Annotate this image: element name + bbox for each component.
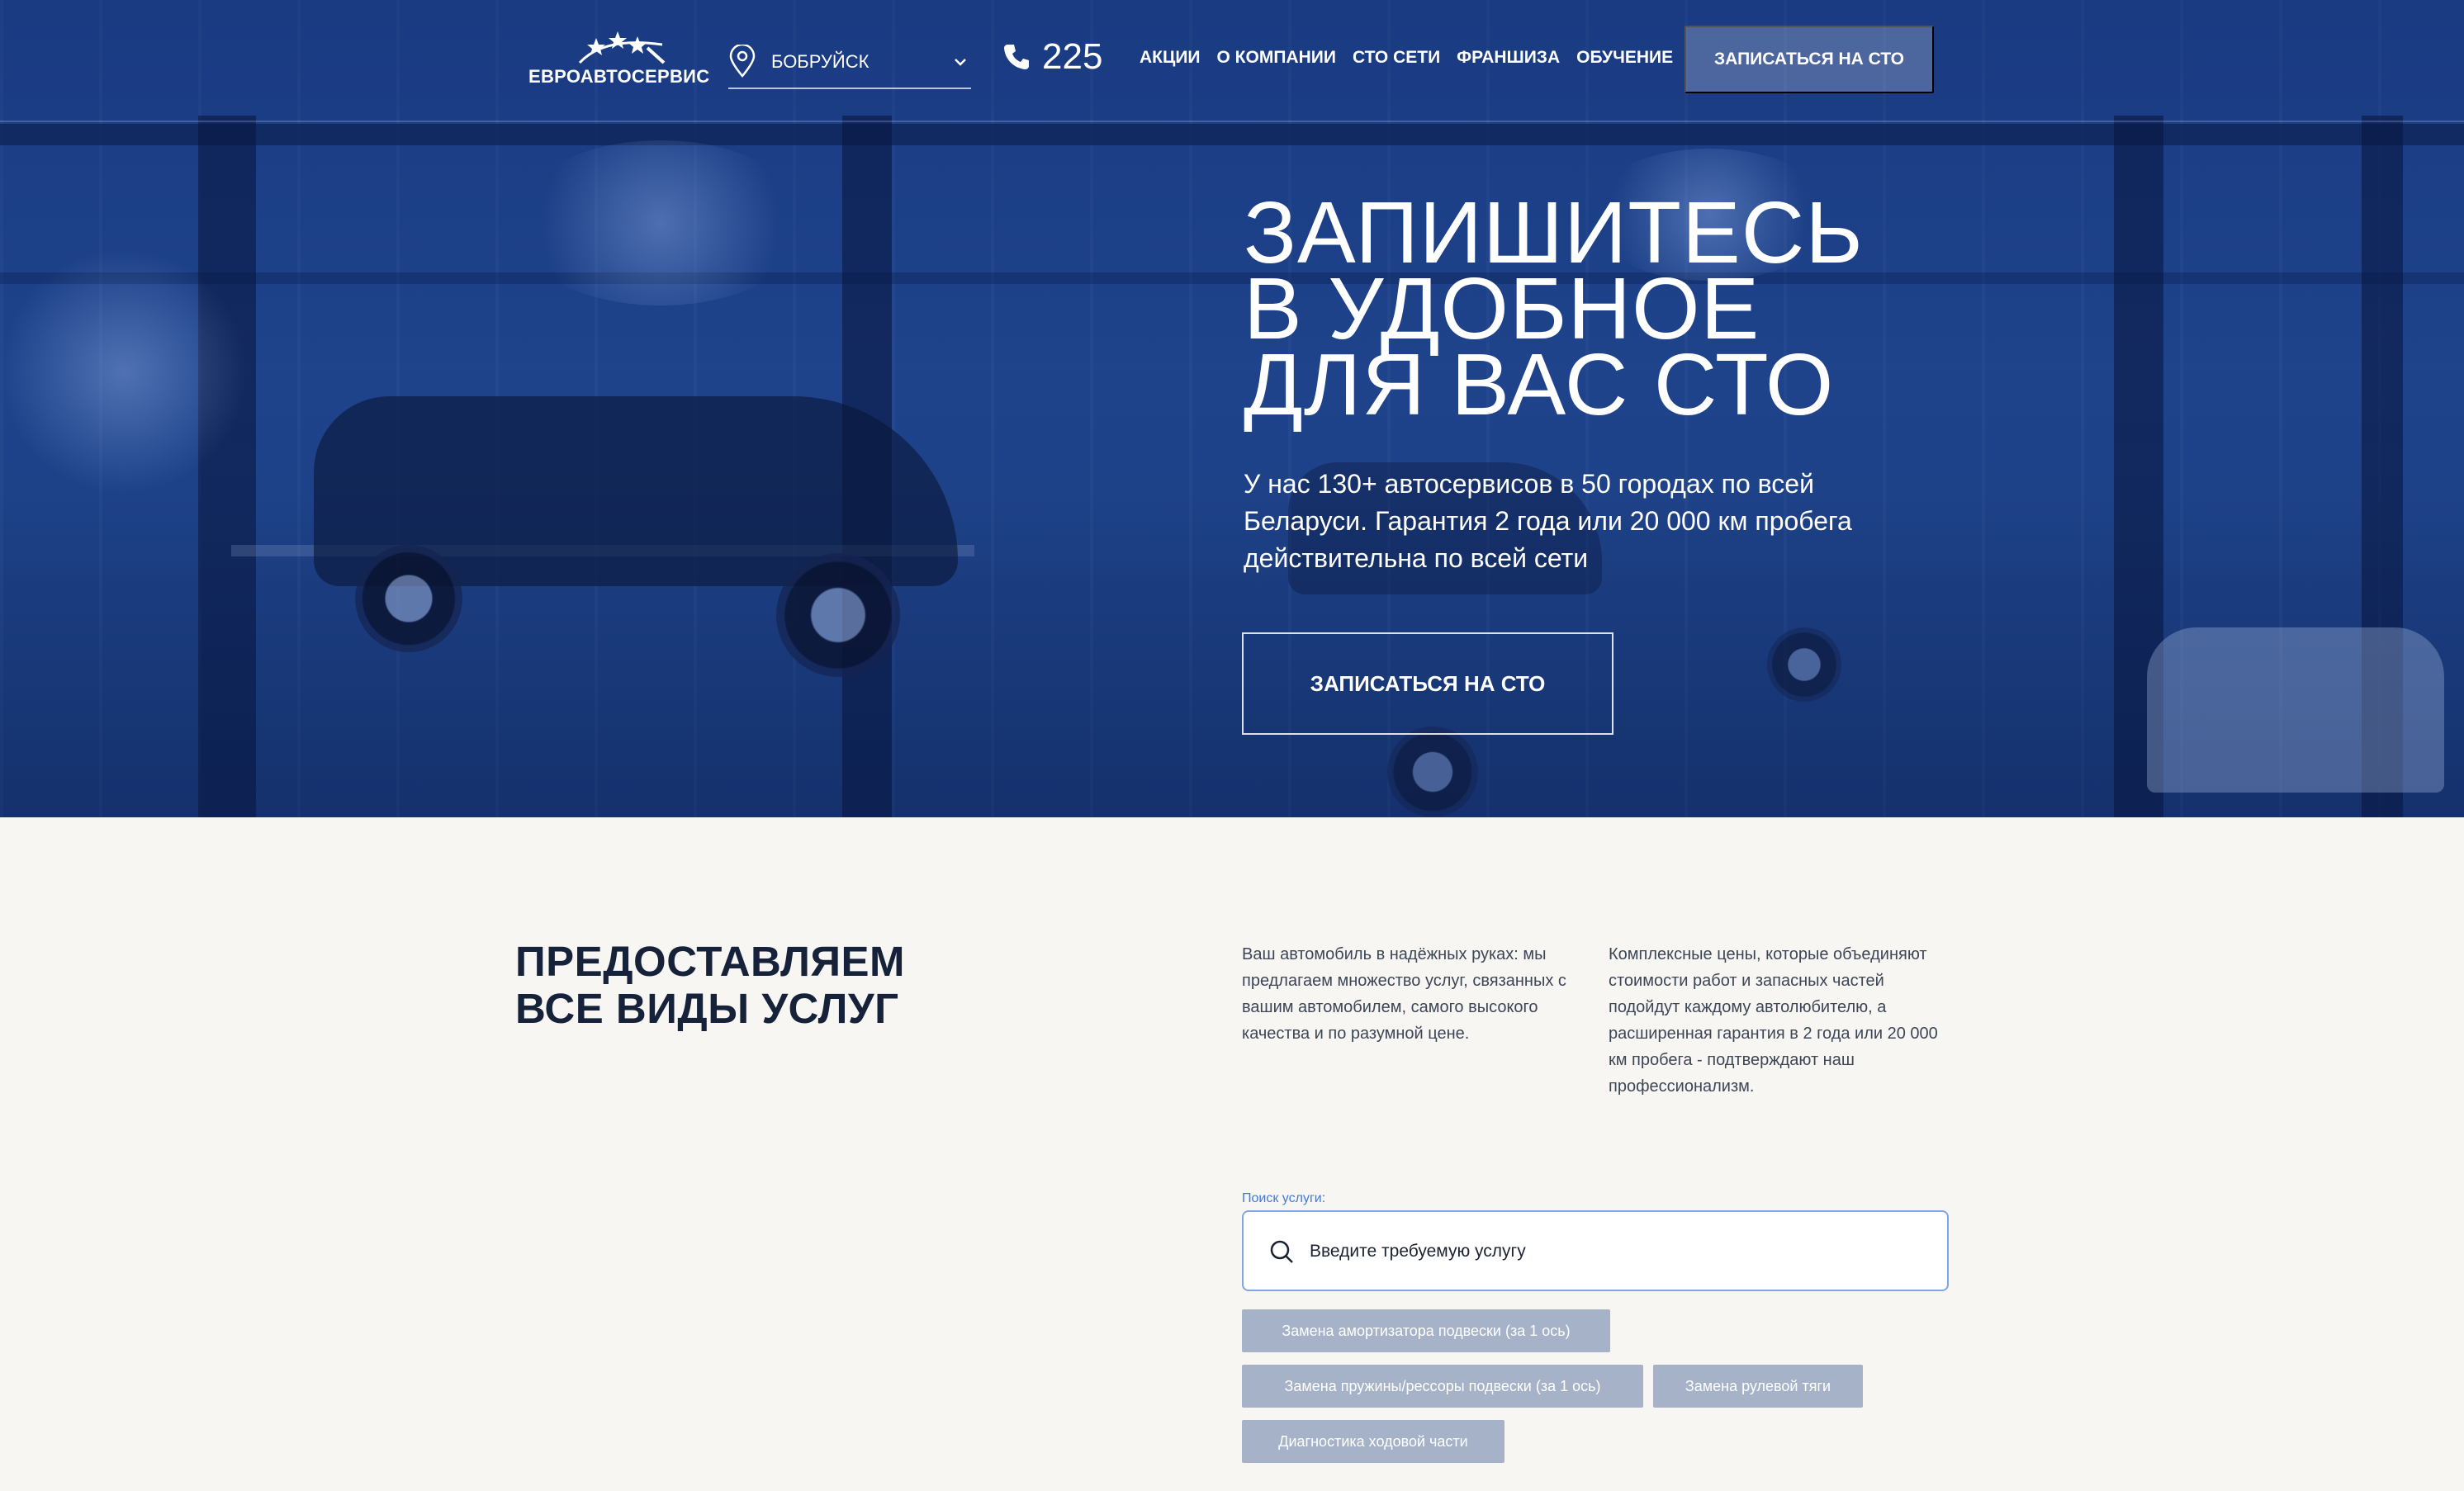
logo-text: ЕВРОАВТОСЕРВИС	[528, 66, 710, 87]
map-pin-icon	[729, 45, 756, 78]
city-name: БОБРУЙСК	[771, 51, 870, 72]
header-divider	[0, 121, 2464, 122]
hero-subtitle: У нас 130+ автосервисов в 50 городах по …	[1244, 469, 1852, 573]
nav-item-network[interactable]: СТО СЕТИ	[1353, 48, 1440, 68]
phone-number: 225	[1042, 36, 1103, 77]
hero-section: ЕВРОАВТОСЕРВИС БОБРУЙСК 225 АКЦИИ О КОМП…	[0, 0, 2464, 817]
services-description-1: Ваш автомобиль в надёжных руках: мы пред…	[1242, 945, 1566, 1043]
phone-icon	[1004, 45, 1029, 69]
brand-logo[interactable]: ЕВРОАВТОСЕРВИС	[528, 30, 710, 96]
hero-background-image	[0, 0, 2464, 817]
nav-item-franchise[interactable]: ФРАНШИЗА	[1457, 48, 1560, 68]
services-title-line: ВСЕ ВИДЫ УСЛУГ	[515, 985, 899, 1032]
header-book-button[interactable]: ЗАПИСАТЬСЯ НА СТО	[1685, 26, 1934, 93]
service-chip[interactable]: Замена амортизатора подвески (за 1 ось)	[1242, 1309, 1610, 1352]
nav-item-promotions[interactable]: АКЦИИ	[1140, 48, 1201, 68]
service-chip[interactable]: Диагностика ходовой части	[1242, 1420, 1504, 1463]
services-title: ПРЕДОСТАВЛЯЕМ ВСЕ ВИДЫ УСЛУГ	[515, 938, 905, 1032]
search-icon	[1270, 1240, 1293, 1263]
nav-item-training[interactable]: ОБУЧЕНИЕ	[1576, 48, 1673, 68]
city-selector[interactable]: БОБРУЙСК	[728, 38, 971, 89]
search-label: Поиск услуги:	[1242, 1191, 1326, 1205]
chevron-down-icon	[955, 59, 966, 66]
hero-book-button[interactable]: ЗАПИСАТЬСЯ НА СТО	[1242, 632, 1613, 735]
stars-logo-icon	[578, 31, 666, 64]
services-title-line: ПРЕДОСТАВЛЯЕМ	[515, 938, 906, 985]
main-nav: АКЦИИ О КОМПАНИИ СТО СЕТИ ФРАНШИЗА ОБУЧЕ…	[1140, 48, 1689, 68]
services-description-2: Комплексные цены, которые объединяют сто…	[1609, 945, 1938, 1096]
hero-title: ЗАПИШИТЕСЬ В УДОБНОЕ ДЛЯ ВАС СТО	[1244, 189, 1987, 433]
service-search-box[interactable]	[1242, 1210, 1949, 1291]
service-search-input[interactable]	[1310, 1232, 1921, 1271]
hero-title-line: ДЛЯ ВАС СТО	[1244, 336, 1835, 433]
service-chip[interactable]: Замена пружины/рессоры подвески (за 1 ос…	[1242, 1365, 1643, 1408]
nav-item-about[interactable]: О КОМПАНИИ	[1217, 48, 1336, 68]
service-chip[interactable]: Замена рулевой тяги	[1653, 1365, 1863, 1408]
